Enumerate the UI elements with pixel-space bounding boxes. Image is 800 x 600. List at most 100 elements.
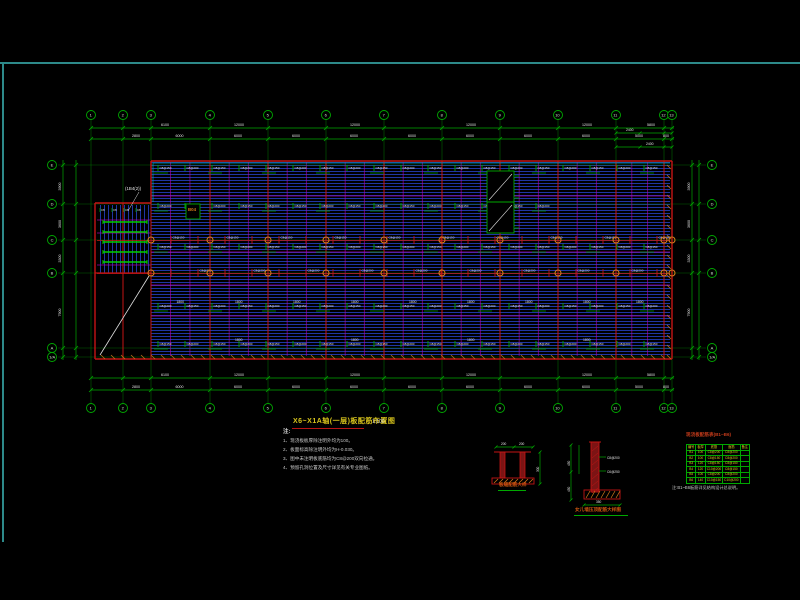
- dimension-text: 6000: [524, 385, 532, 389]
- rebar-mark-label: C8@200: [160, 204, 172, 208]
- note-line: 4、预留孔洞位置及尺寸详见有关专业图纸。: [283, 466, 373, 471]
- rebar-mark-label: C6@250: [607, 470, 620, 474]
- rebar-mark-label: C8@200: [470, 269, 482, 273]
- dimension-text: 5000: [635, 385, 643, 389]
- rebar-mark-label: C8@150: [295, 204, 307, 208]
- dimension-text: 6100: [161, 373, 169, 377]
- rebar-mark-label: C8@150: [349, 204, 361, 208]
- detail-hatch: [611, 491, 615, 498]
- rebar-mark-label: C8@150: [160, 166, 172, 170]
- rebar-mark-label: C8@150: [403, 304, 415, 308]
- rebar-mark-label: C8@200: [619, 166, 631, 170]
- stair-slab-label: (1B4(2)): [125, 187, 141, 191]
- dimension-text: 200: [519, 442, 525, 446]
- rebar-mark-label: C8@200: [430, 304, 442, 308]
- table-cell: [740, 478, 749, 484]
- rebar-mark-label: C8@150: [646, 245, 658, 249]
- rebar-mark-label: C8@150: [565, 304, 577, 308]
- dimension-text: 12000: [234, 123, 244, 127]
- rebar-mark-label: C8@150: [322, 342, 334, 346]
- dimension-text: 6000: [408, 134, 416, 138]
- rebar-mark-label: C8@150: [389, 236, 401, 240]
- table-cell: C10@150: [705, 478, 722, 484]
- rebar-mark-label: C8@200: [619, 342, 631, 346]
- rebar-mark-label: C8@200: [376, 304, 388, 308]
- rebar-mark-label: C8@200: [322, 204, 334, 208]
- rebar-mark-label: C8@200: [403, 166, 415, 170]
- rebar-mark-label: C8@150: [646, 342, 658, 346]
- dimension-text: 450: [567, 460, 571, 466]
- rebar-mark-label: C8@150: [241, 204, 253, 208]
- dimension-text: 12000: [350, 373, 360, 377]
- dimension-text: 12000: [350, 123, 360, 127]
- dimension-text: 1800: [235, 338, 243, 342]
- rebar-mark-label: C8@200: [632, 269, 644, 273]
- rebar-mark-label: C8@150: [160, 245, 172, 249]
- detail-wall: [520, 452, 525, 478]
- slab-box-label: B04: [188, 208, 196, 212]
- detail-left-caption: 板缝配筋大样: [499, 483, 527, 488]
- rebar-mark-label: C8@200: [214, 204, 226, 208]
- rebar-mark-label: C8@150: [592, 342, 604, 346]
- axis-bubble-label: 10: [555, 406, 560, 411]
- rebar-mark-label: C8: [113, 208, 117, 212]
- rebar-mark-label: C8@200: [187, 245, 199, 249]
- dimension-text: 6000: [176, 385, 184, 389]
- dimension-text: 1800: [583, 300, 591, 304]
- axis-bubble-label: 12: [661, 406, 666, 411]
- rebar-mark-label: C8@200: [254, 269, 266, 273]
- axis-bubble-label: E: [711, 163, 714, 168]
- dimension-text: 6000: [292, 134, 300, 138]
- rebar-mark-label: C8@200: [362, 269, 374, 273]
- dimension-text: 1800: [235, 300, 243, 304]
- detail-hatch: [606, 491, 610, 498]
- rebar-mark-label: C8@150: [187, 304, 199, 308]
- dimension-text: 1800: [293, 300, 301, 304]
- rebar-mark-label: C8@150: [268, 166, 280, 170]
- rebar-mark-label: C8@150: [511, 304, 523, 308]
- rebar-mark-label: C8@150: [538, 342, 550, 346]
- rebar-mark-label: C8@150: [430, 245, 442, 249]
- cad-canvas[interactable]: 1122334455667788991010111112121313EEDDCC…: [0, 0, 800, 600]
- rebar-mark-label: C8@200: [160, 304, 172, 308]
- dimension-text: 350: [596, 500, 602, 504]
- dimension-text: 7900: [687, 309, 691, 317]
- axis-bubble-label: 10: [555, 113, 560, 118]
- rebar-mark-label: C8@150: [592, 245, 604, 249]
- dimension-text: 1800: [351, 300, 359, 304]
- axis-bubble-label: D: [51, 202, 54, 207]
- rebar-mark-label: C8@200: [349, 166, 361, 170]
- dimension-text: 6000: [466, 134, 474, 138]
- rebar-mark-label: C8@200: [349, 342, 361, 346]
- rebar-table-footnote: 注:B1~B6板筋详见结构设计总说明。: [672, 486, 740, 490]
- dimension-text: 6000: [176, 134, 184, 138]
- axis-bubble-label: 1/A: [709, 355, 715, 360]
- axis-bubble-label: B: [51, 271, 54, 276]
- rebar-mark-label: C8@200: [403, 342, 415, 346]
- axis-bubble-label: C: [51, 238, 54, 243]
- rebar-mark-label: C8: [101, 208, 105, 212]
- note-line: 1、现浇板板厚除注明外均为100。: [283, 439, 353, 444]
- rebar-mark-label: C8@150: [227, 236, 239, 240]
- dimension-text: 6000: [408, 385, 416, 389]
- dimension-text: 1800: [583, 338, 591, 342]
- rebar-mark-label: C8@150: [484, 166, 496, 170]
- rebar-mark-label: C8@200: [241, 245, 253, 249]
- rebar-mark-label: C8@150: [295, 304, 307, 308]
- table-cell: C10@200: [723, 478, 740, 484]
- rebar-mark-label: C8@200: [187, 166, 199, 170]
- rebar-mark-label: C8@200: [268, 204, 280, 208]
- dimension-text: 1800: [467, 300, 475, 304]
- rebar-table-title: 现浇板配筋表(B1~B6): [686, 433, 731, 438]
- rebar-mark-label: C8@150: [349, 304, 361, 308]
- detail-right-caption-underline: [574, 515, 628, 516]
- dimension-text: 6000: [234, 134, 242, 138]
- rebar-mark-label: C8@200: [416, 269, 428, 273]
- cad-viewport[interactable]: 1122334455667788991010111112121313EEDDCC…: [0, 0, 800, 600]
- detail-hatch: [601, 491, 605, 498]
- rebar-mark-label: C8@200: [565, 245, 577, 249]
- rebar-mark-label: C8@200: [430, 204, 442, 208]
- rebar-mark-label: C8@150: [268, 245, 280, 249]
- rebar-mark-label: C8@150: [538, 166, 550, 170]
- dimension-text: 3900: [687, 183, 691, 191]
